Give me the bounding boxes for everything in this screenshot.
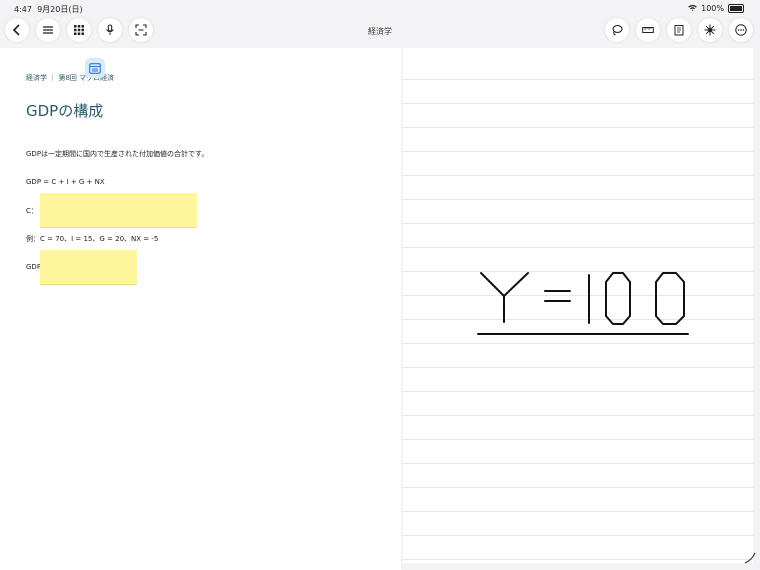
resize-handle-icon[interactable] xyxy=(0,0,760,570)
